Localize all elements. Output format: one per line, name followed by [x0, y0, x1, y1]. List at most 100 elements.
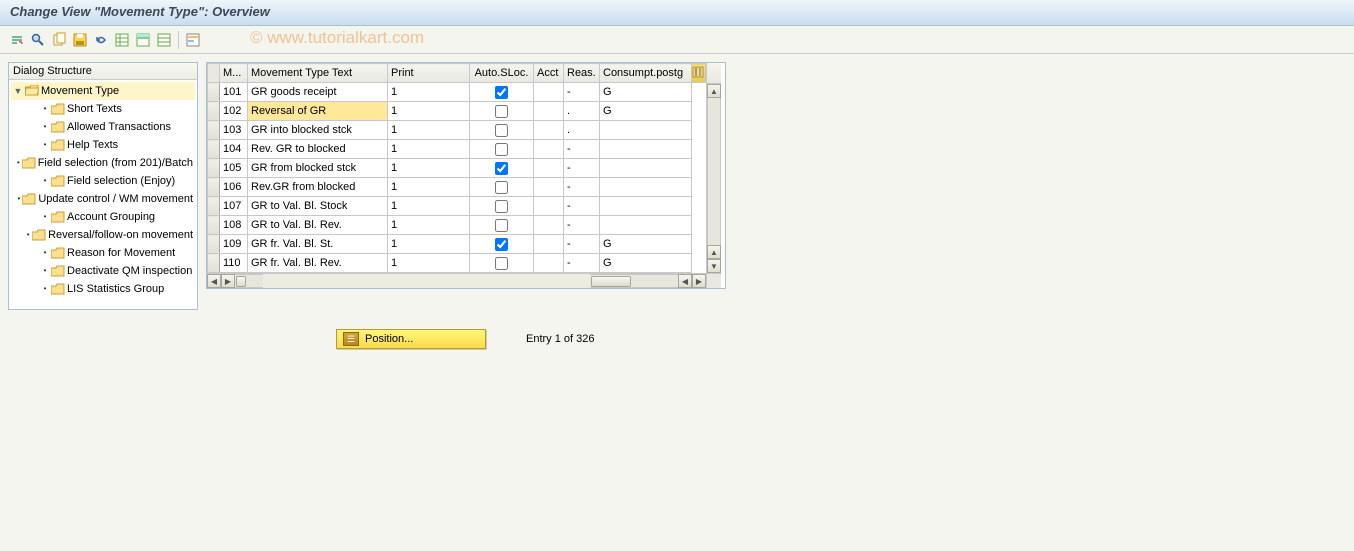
table-row[interactable]: 101GR goods receipt1-G: [208, 83, 706, 102]
cell-consumpt[interactable]: G: [600, 254, 692, 273]
position-button[interactable]: ☰ Position...: [336, 329, 486, 349]
tree-node[interactable]: •Field selection (from 201)/Batch: [11, 154, 195, 172]
hscroll-right-track[interactable]: [590, 274, 678, 288]
cell-movement-number[interactable]: 104: [220, 140, 248, 159]
cell-acct[interactable]: [534, 102, 564, 121]
vscroll-up-arrow-icon[interactable]: ▲: [707, 245, 721, 259]
tree-node[interactable]: •Short Texts: [11, 100, 195, 118]
cell-print[interactable]: 1: [388, 121, 470, 140]
auto-sloc-checkbox[interactable]: [495, 105, 508, 118]
hscroll-left-arrow-icon[interactable]: ◀: [678, 274, 692, 288]
row-selector[interactable]: [208, 102, 220, 121]
table-row[interactable]: 103GR into blocked stck1.: [208, 121, 706, 140]
tree-node[interactable]: •Account Grouping: [11, 208, 195, 226]
tree-root-movement-type[interactable]: ▼ Movement Type: [11, 82, 195, 100]
cell-auto-sloc[interactable]: [470, 83, 534, 102]
cell-print[interactable]: 1: [388, 159, 470, 178]
cell-auto-sloc[interactable]: [470, 102, 534, 121]
cell-consumpt[interactable]: [600, 197, 692, 216]
table-row[interactable]: 106Rev.GR from blocked1-: [208, 178, 706, 197]
row-selector[interactable]: [208, 83, 220, 102]
cell-auto-sloc[interactable]: [470, 140, 534, 159]
select-block-icon[interactable]: [134, 31, 152, 49]
cell-print[interactable]: 1: [388, 102, 470, 121]
cell-movement-text[interactable]: GR fr. Val. Bl. Rev.: [248, 254, 388, 273]
cell-movement-number[interactable]: 101: [220, 83, 248, 102]
find-icon[interactable]: [29, 31, 47, 49]
tree-node[interactable]: •Update control / WM movement: [11, 190, 195, 208]
vscroll-up-arrow-icon[interactable]: ▲: [707, 84, 721, 98]
cell-reas[interactable]: -: [564, 140, 600, 159]
col-acct[interactable]: Acct: [534, 64, 564, 83]
row-selector[interactable]: [208, 216, 220, 235]
cell-movement-text[interactable]: GR fr. Val. Bl. St.: [248, 235, 388, 254]
cell-acct[interactable]: [534, 140, 564, 159]
cell-print[interactable]: 1: [388, 254, 470, 273]
tree-node[interactable]: •Deactivate QM inspection: [11, 262, 195, 280]
table-row[interactable]: 107GR to Val. Bl. Stock1-: [208, 197, 706, 216]
cell-print[interactable]: 1: [388, 216, 470, 235]
cell-print[interactable]: 1: [388, 140, 470, 159]
cell-auto-sloc[interactable]: [470, 159, 534, 178]
cell-movement-number[interactable]: 110: [220, 254, 248, 273]
cell-reas[interactable]: -: [564, 83, 600, 102]
auto-sloc-checkbox[interactable]: [495, 162, 508, 175]
cell-reas[interactable]: -: [564, 235, 600, 254]
table-row[interactable]: 110GR fr. Val. Bl. Rev.1-G: [208, 254, 706, 273]
cell-acct[interactable]: [534, 178, 564, 197]
cell-acct[interactable]: [534, 121, 564, 140]
tree-node[interactable]: •LIS Statistics Group: [11, 280, 195, 298]
undo-icon[interactable]: [92, 31, 110, 49]
row-selector[interactable]: [208, 178, 220, 197]
cell-auto-sloc[interactable]: [470, 216, 534, 235]
cell-movement-text[interactable]: Rev. GR to blocked: [248, 140, 388, 159]
cell-print[interactable]: 1: [388, 197, 470, 216]
cell-consumpt[interactable]: [600, 159, 692, 178]
cell-movement-text[interactable]: GR to Val. Bl. Stock: [248, 197, 388, 216]
cell-consumpt[interactable]: [600, 121, 692, 140]
auto-sloc-checkbox[interactable]: [495, 124, 508, 137]
cell-movement-text[interactable]: GR from blocked stck: [248, 159, 388, 178]
cell-movement-text[interactable]: GR goods receipt: [248, 83, 388, 102]
cell-auto-sloc[interactable]: [470, 235, 534, 254]
tree-node[interactable]: •Reason for Movement: [11, 244, 195, 262]
auto-sloc-checkbox[interactable]: [495, 257, 508, 270]
cell-movement-number[interactable]: 103: [220, 121, 248, 140]
auto-sloc-checkbox[interactable]: [495, 238, 508, 251]
cell-movement-number[interactable]: 102: [220, 102, 248, 121]
hscroll-left-arrow-icon[interactable]: ◀: [207, 274, 221, 288]
cell-auto-sloc[interactable]: [470, 121, 534, 140]
cell-reas[interactable]: -: [564, 216, 600, 235]
table-row[interactable]: 109GR fr. Val. Bl. St.1-G: [208, 235, 706, 254]
col-reas[interactable]: Reas.: [564, 64, 600, 83]
row-selector[interactable]: [208, 140, 220, 159]
cell-movement-text[interactable]: GR into blocked stck: [248, 121, 388, 140]
cell-movement-number[interactable]: 105: [220, 159, 248, 178]
table-row[interactable]: 104Rev. GR to blocked1 -: [208, 140, 706, 159]
col-config-icon[interactable]: [692, 64, 706, 83]
row-selector[interactable]: [208, 121, 220, 140]
cell-acct[interactable]: [534, 197, 564, 216]
auto-sloc-checkbox[interactable]: [495, 200, 508, 213]
hscroll-thumb[interactable]: [591, 276, 631, 287]
cell-consumpt[interactable]: G: [600, 235, 692, 254]
table-row[interactable]: 108GR to Val. Bl. Rev.1-: [208, 216, 706, 235]
tree-node[interactable]: •Help Texts: [11, 136, 195, 154]
other-view-icon[interactable]: [8, 31, 26, 49]
cell-print[interactable]: 1: [388, 178, 470, 197]
cell-consumpt[interactable]: [600, 178, 692, 197]
chevron-down-icon[interactable]: ▼: [13, 83, 23, 99]
cell-acct[interactable]: [534, 216, 564, 235]
cell-movement-text[interactable]: GR to Val. Bl. Rev.: [248, 216, 388, 235]
auto-sloc-checkbox[interactable]: [495, 86, 508, 99]
col-cons[interactable]: Consumpt.postg: [600, 64, 692, 83]
table-row[interactable]: 102Reversal of GR1.G: [208, 102, 706, 121]
cell-acct[interactable]: [534, 159, 564, 178]
tree-node[interactable]: •Field selection (Enjoy): [11, 172, 195, 190]
col-print[interactable]: Print: [388, 64, 470, 83]
cell-acct[interactable]: [534, 235, 564, 254]
cell-reas[interactable]: -: [564, 159, 600, 178]
col-text[interactable]: Movement Type Text: [248, 64, 388, 83]
row-selector[interactable]: [208, 235, 220, 254]
row-selector[interactable]: [208, 197, 220, 216]
